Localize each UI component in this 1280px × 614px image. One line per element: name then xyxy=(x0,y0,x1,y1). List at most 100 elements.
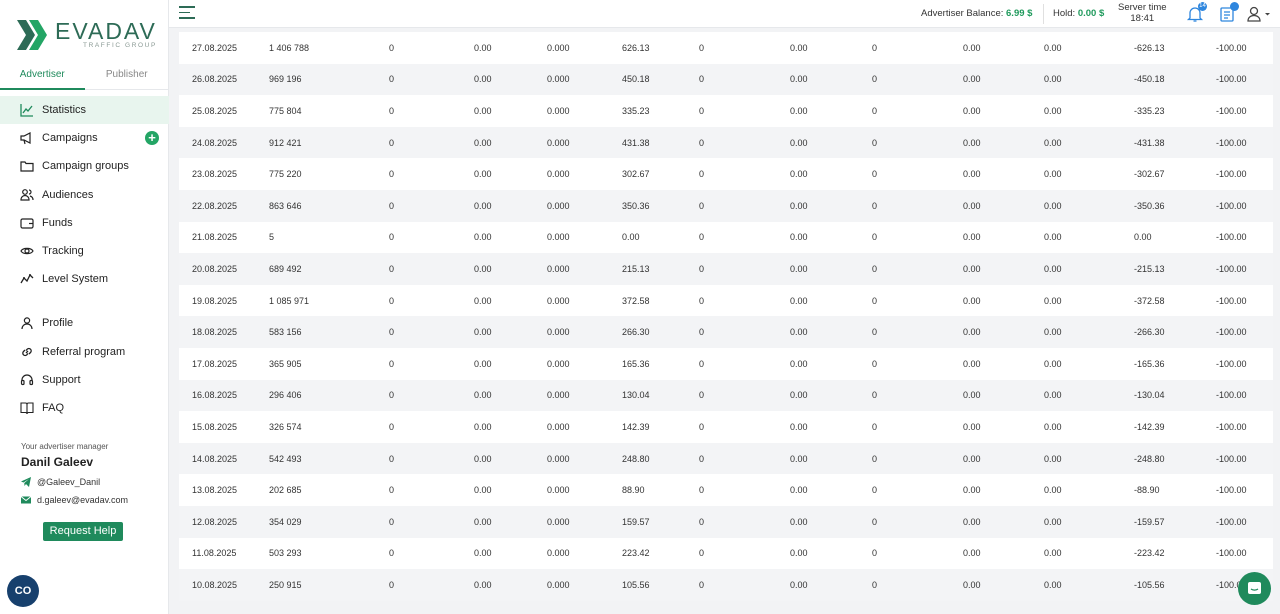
table-cell: -248.80 xyxy=(1134,453,1165,464)
table-cell: 0.00 xyxy=(1044,263,1062,274)
table-cell: 0.00 xyxy=(1044,327,1062,338)
notification-count: 14 xyxy=(1198,2,1207,11)
table-cell: 0.00 xyxy=(1044,200,1062,211)
request-help-button[interactable]: Request Help xyxy=(43,522,123,541)
table-cell: 0.00 xyxy=(790,579,808,590)
table-cell: -100.00 xyxy=(1216,548,1247,559)
table-cell: 0.000 xyxy=(547,516,570,527)
table-row: 24.08.2025 912 421 0 0.00 0.000 431.38 0 0.00 0 0… xyxy=(179,126,1273,159)
user-menu-button[interactable] xyxy=(1246,5,1272,23)
table-cell: 0.000 xyxy=(547,485,570,496)
sidebar: EVADAV TRAFFIC GROUP Advertiser Publishe… xyxy=(0,0,169,614)
table-cell: 0.00 xyxy=(1044,169,1062,180)
table-row: 27.08.2025 1 406 788 0 0.00 0.000 626.13 0 0.00… xyxy=(179,32,1273,64)
table-cell: 0.000 xyxy=(547,137,570,148)
sidebar-item-label: Campaign groups xyxy=(42,160,129,173)
table-cell: 0.00 xyxy=(790,105,808,116)
table-cell: 0.00 xyxy=(790,263,808,274)
table-cell: 0.000 xyxy=(547,169,570,180)
table-cell: 0.00 xyxy=(474,327,492,338)
menu-toggle-icon[interactable] xyxy=(179,6,195,20)
table-cell: 0 xyxy=(872,548,878,559)
table-cell: 0.00 xyxy=(474,358,492,369)
user-icon xyxy=(21,317,33,330)
sidebar-item-statistics[interactable]: Statistics xyxy=(0,96,169,124)
table-cell: 0 xyxy=(389,358,395,369)
table-cell: 215.13 xyxy=(622,263,650,274)
table-cell: 326 574 xyxy=(269,421,302,432)
table-cell: 19.08.2025 xyxy=(192,295,238,306)
table-cell: -100.00 xyxy=(1216,42,1247,53)
table-cell: 0 xyxy=(872,295,878,306)
evadav-logo[interactable]: EVADAV TRAFFIC GROUP xyxy=(17,18,157,53)
table-cell: 0.000 xyxy=(547,295,570,306)
server-time-label: Server time xyxy=(1118,2,1167,13)
table-cell: 0.00 xyxy=(474,232,492,243)
table-cell: 0.00 xyxy=(474,105,492,116)
sidebar-item-referral-program[interactable]: Referral program xyxy=(0,338,169,366)
sidebar-item-audiences[interactable]: Audiences xyxy=(0,181,169,209)
table-cell: 0.00 xyxy=(963,42,981,53)
table-cell: 0 xyxy=(389,169,395,180)
notifications-button[interactable]: 14 xyxy=(1186,2,1207,23)
table-row: 18.08.2025 583 156 0 0.00 0.000 266.30 0 0.00 0 0… xyxy=(179,316,1273,348)
table-cell: 0 xyxy=(699,327,705,338)
table-cell: 130.04 xyxy=(622,390,650,401)
co-button[interactable]: CO xyxy=(7,575,39,607)
table-cell: 0 xyxy=(699,516,705,527)
sidebar-item-tracking[interactable]: Tracking xyxy=(0,237,169,265)
tab-publisher[interactable]: Publisher xyxy=(84,66,169,90)
table-cell: 0.00 xyxy=(474,548,492,559)
tab-advertiser[interactable]: Advertiser xyxy=(0,66,85,90)
table-cell: 0 xyxy=(699,137,705,148)
sidebar-item-label: Referral program xyxy=(42,345,126,358)
table-cell: 0.00 xyxy=(1044,390,1062,401)
table-cell: 0.00 xyxy=(474,169,492,180)
table-cell: 0.00 xyxy=(1044,485,1062,496)
manager-name: Danil Galeev xyxy=(21,455,94,469)
chat-button[interactable] xyxy=(1238,572,1271,605)
sidebar-item-support[interactable]: Support xyxy=(0,366,169,394)
menu-divider xyxy=(0,293,169,309)
table-cell: 0 xyxy=(699,579,705,590)
sidebar-item-faq[interactable]: FAQ xyxy=(0,394,169,422)
table-cell: 0.00 xyxy=(474,200,492,211)
table-cell: 23.08.2025 xyxy=(192,169,238,180)
table-cell: 372.58 xyxy=(622,295,650,306)
table-cell: 22.08.2025 xyxy=(192,200,238,211)
table-cell: 0.00 xyxy=(1134,232,1152,243)
table-cell: 18.08.2025 xyxy=(192,327,238,338)
table-cell: 250 915 xyxy=(269,579,302,590)
manager-email[interactable]: d.galeev@evadav.com xyxy=(21,495,161,505)
table-cell: 0.00 xyxy=(963,169,981,180)
sidebar-item-label: Support xyxy=(42,373,81,386)
table-cell: 335.23 xyxy=(622,105,650,116)
table-cell: 0.00 xyxy=(963,421,981,432)
table-cell: 0 xyxy=(699,421,705,432)
table-cell: 0.00 xyxy=(963,295,981,306)
sidebar-item-campaigns[interactable]: Campaigns + xyxy=(0,124,169,152)
table-cell: 296 406 xyxy=(269,390,302,401)
sidebar-item-funds[interactable]: Funds xyxy=(0,209,169,237)
table-cell: 27.08.2025 xyxy=(192,42,238,53)
manager-telegram[interactable]: @Galeev_Danil xyxy=(21,477,161,487)
table-cell: 0.00 xyxy=(622,232,640,243)
table-row: 26.08.2025 969 196 0 0.00 0.000 450.18 0 0.00 0 0… xyxy=(179,63,1273,96)
sidebar-item-campaign-groups[interactable]: Campaign groups xyxy=(0,152,169,180)
table-cell: 0 xyxy=(389,548,395,559)
table-cell: 302.67 xyxy=(622,169,650,180)
sidebar-item-profile[interactable]: Profile xyxy=(0,309,169,337)
table-cell: 266.30 xyxy=(622,327,650,338)
table-cell: -100.00 xyxy=(1216,453,1247,464)
sidebar-item-level-system[interactable]: Level System xyxy=(0,265,169,293)
news-button[interactable] xyxy=(1218,2,1239,23)
table-cell: 0.00 xyxy=(1044,548,1062,559)
table-cell: 0.00 xyxy=(790,421,808,432)
table-cell: 17.08.2025 xyxy=(192,358,238,369)
table-cell: 0.00 xyxy=(963,516,981,527)
mail-icon xyxy=(21,496,31,504)
sidebar-item-label: Profile xyxy=(42,317,74,330)
table-cell: 0.00 xyxy=(474,42,492,53)
top-header: Advertiser Balance: 6.99 $ Hold: 0.00 $ … xyxy=(169,0,1280,28)
add-campaign-button[interactable]: + xyxy=(145,131,159,146)
